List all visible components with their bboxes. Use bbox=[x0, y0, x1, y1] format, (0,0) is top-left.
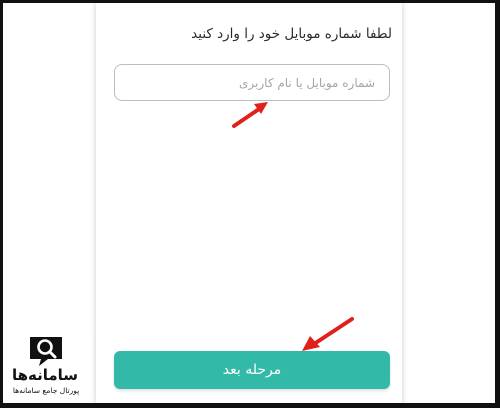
right-margin bbox=[400, 3, 495, 403]
watermark: سامانه‌ها پورتال جامع سامانه‌ها bbox=[3, 330, 91, 403]
next-step-button[interactable]: مرحله بعد bbox=[114, 351, 390, 389]
magnifier-logo-icon bbox=[30, 337, 62, 366]
phone-prompt-label: لطفا شماره موبایل خود را وارد کنید bbox=[191, 26, 392, 42]
phone-input[interactable] bbox=[114, 64, 390, 101]
watermark-tagline: پورتال جامع سامانه‌ها bbox=[12, 386, 80, 395]
login-card bbox=[96, 3, 402, 403]
watermark-name: سامانه‌ها bbox=[11, 366, 79, 384]
